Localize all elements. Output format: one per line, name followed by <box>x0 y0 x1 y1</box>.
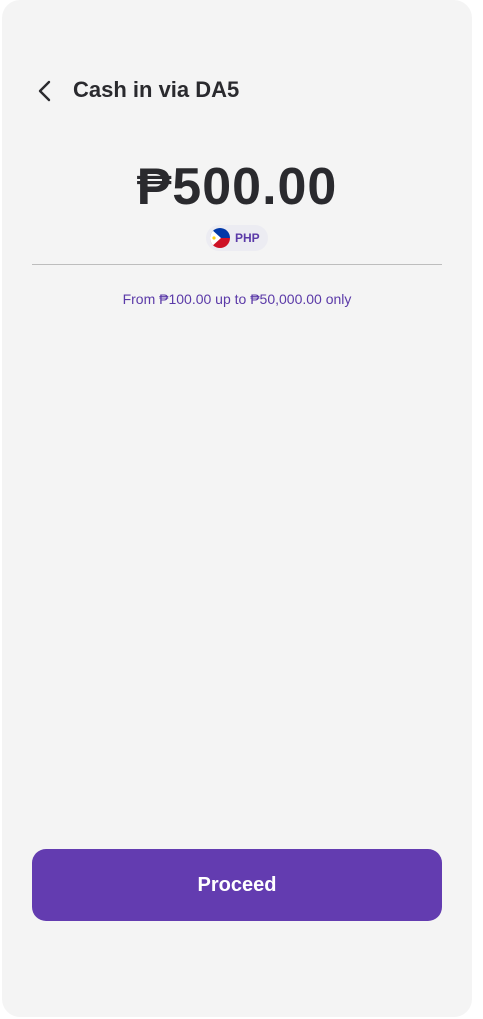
back-button[interactable] <box>30 76 60 106</box>
currency-code: PHP <box>235 231 260 245</box>
proceed-button[interactable]: Proceed <box>32 849 442 921</box>
philippines-flag-icon <box>210 228 230 248</box>
chevron-left-icon <box>38 80 51 102</box>
amount-display[interactable]: ₱500.00 <box>2 155 472 219</box>
currency-selector[interactable]: PHP <box>206 225 268 251</box>
amount-divider <box>32 264 442 265</box>
header: Cash in via DA5 <box>2 70 472 110</box>
limit-note: From ₱100.00 up to ₱50,000.00 only <box>122 291 352 307</box>
page-title: Cash in via DA5 <box>73 77 240 102</box>
cash-in-screen: Cash in via DA5 ₱500.00 PHP From ₱100.00… <box>2 0 472 1017</box>
